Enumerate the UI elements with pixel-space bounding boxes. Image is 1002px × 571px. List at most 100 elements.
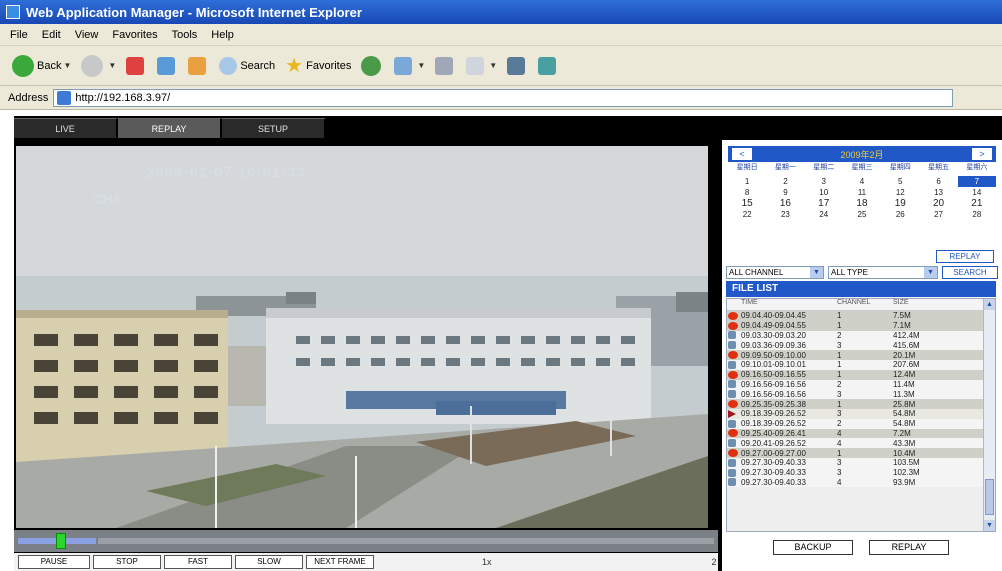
calendar-day[interactable]: 11 [843,187,881,198]
chevron-down-icon[interactable]: ▼ [417,61,425,70]
list-item[interactable]: 09.03.36-09.09.36 3 415.6M [727,340,995,351]
video-playback-frame[interactable]: 2009-02-07 10:01:33 CH3 [16,146,708,528]
calendar-day[interactable]: 4 [843,176,881,187]
pause-button[interactable]: PAUSE [18,555,90,569]
list-item[interactable]: 09.27.30-09.40.33 4 93.9M [727,477,995,488]
print-button[interactable] [435,56,456,75]
calendar-day[interactable]: 8 [728,187,766,198]
backup-button[interactable]: BACKUP [773,540,853,555]
tab-live[interactable]: LIVE [14,118,118,138]
playback-progress[interactable] [14,530,718,552]
list-item[interactable]: 09.25.40-09.26.41 4 7.2M [727,428,995,439]
mail-button[interactable]: ▼ [394,56,425,75]
file-list-scrollbar[interactable]: ▲ ▼ [983,299,995,531]
calendar-day[interactable]: 7 [957,176,996,187]
list-item[interactable]: 09.09.50-09.10.00 1 20.1M [727,350,995,360]
forward-button[interactable]: ▼ [81,54,116,77]
calendar-day[interactable]: 24 [805,209,843,220]
calendar-day[interactable]: 21 [958,198,996,209]
list-item[interactable]: 09.04.40-09.04.45 1 7.5M [727,311,995,321]
calendar-day[interactable]: 23 [766,209,804,220]
chevron-down-icon[interactable]: ▼ [63,61,71,70]
replay-button[interactable]: REPLAY [869,540,949,555]
calendar-day[interactable]: 13 [919,187,957,198]
stop-button[interactable] [126,56,147,75]
tab-replay[interactable]: REPLAY [118,118,222,138]
list-item[interactable]: 09.18.39-09.26.52 2 54.8M [727,418,995,429]
back-button[interactable]: Back ▼ [12,54,71,77]
list-item[interactable]: 09.03.30-09.03.20 2 412.4M [727,330,995,341]
scroll-up-icon[interactable]: ▲ [984,299,995,310]
calendar-day[interactable]: 15 [728,198,766,209]
calendar-day[interactable]: 25 [843,209,881,220]
menu-file[interactable]: File [10,29,28,41]
calendar-day[interactable]: 19 [881,198,919,209]
list-item[interactable]: 09.25.35-09.25.38 1 25.8M [727,399,995,409]
record-size: 415.6M [893,340,920,350]
calendar-day[interactable]: 28 [958,209,996,220]
calendar-day[interactable]: 5 [881,176,919,187]
edit-button[interactable]: ▼ [466,56,497,75]
menu-favorites[interactable]: Favorites [112,29,157,41]
search-records-button[interactable]: SEARCH [942,265,998,279]
scroll-thumb[interactable] [985,479,994,515]
list-item[interactable]: 09.18.39-09.26.52 3 54.8M [727,408,995,419]
stop-playback-button[interactable]: STOP [93,555,161,569]
calendar-day[interactable]: 6 [919,176,957,187]
calendar-day[interactable]: 17 [805,198,843,209]
list-item[interactable]: 09.16.50-09.16.55 1 12.4M [727,369,995,380]
calendar-next-button[interactable]: > [972,148,992,160]
channel-select[interactable]: ALL CHANNEL ▼ [726,265,824,279]
calendar-day[interactable]: 18 [843,198,881,209]
chevron-down-icon[interactable]: ▼ [489,61,497,70]
list-item[interactable]: 09.16.56-09.16.56 3 11.3M [727,389,995,400]
record-size: 11.3M [893,389,915,399]
list-item[interactable]: 09.04.49-09.04.55 1 7.1M [727,320,995,331]
calendar-day[interactable]: 27 [919,209,957,220]
list-item[interactable]: 09.16.56-09.16.56 2 11.4M [727,379,995,390]
calendar-day[interactable]: 1 [728,176,766,187]
file-list[interactable]: TIME CHANNEL SIZE 09.04.40-09.04.45 1 7.5M… [726,298,996,532]
discuss-button[interactable] [507,56,528,75]
favorites-button[interactable]: ★ Favorites [285,53,351,78]
menu-edit[interactable]: Edit [42,29,61,41]
menu-help[interactable]: Help [211,29,234,41]
calendar-day[interactable]: 22 [728,209,766,220]
scroll-down-icon[interactable]: ▼ [984,520,995,531]
messenger-button[interactable] [538,56,559,75]
tab-setup[interactable]: SETUP [222,118,326,138]
chevron-down-icon[interactable]: ▼ [108,61,116,70]
slow-button[interactable]: SLOW [235,555,303,569]
record-time: 09.03.30-09.03.20 [741,330,806,340]
refresh-button[interactable] [157,56,178,75]
calendar-prev-button[interactable]: < [732,148,752,160]
calendar-day[interactable]: 16 [766,198,804,209]
list-item[interactable]: 09.27.30-09.40.33 3 102.3M [727,467,995,478]
history-button[interactable] [361,55,384,76]
progress-slider-handle[interactable] [56,533,66,549]
calendar-day[interactable]: 10 [805,187,843,198]
calendar-day[interactable]: 20 [919,198,957,209]
calendar-day[interactable]: 26 [881,209,919,220]
calendar-day[interactable]: 12 [881,187,919,198]
menu-view[interactable]: View [75,29,99,41]
home-button[interactable] [188,56,209,75]
record-channel: 3 [837,458,842,468]
search-filters: ALL CHANNEL ▼ ALL TYPE ▼ SEARCH [726,265,998,279]
calendar-day[interactable]: 14 [958,187,996,198]
list-item[interactable]: 09.10.01-09.10.01 1 207.6M [727,359,995,370]
list-item[interactable]: 09.20.41-09.26.52 4 43.3M [727,438,995,449]
weekday-label: 星期一 [774,164,796,171]
type-select[interactable]: ALL TYPE ▼ [828,265,938,279]
menu-tools[interactable]: Tools [172,29,198,41]
next-frame-button[interactable]: NEXT FRAME [306,555,374,569]
calendar-day[interactable]: 9 [766,187,804,198]
fast-button[interactable]: FAST [164,555,232,569]
search-button[interactable]: Search [219,56,275,75]
address-input[interactable]: http://192.168.3.97/ [53,88,954,107]
calendar-day[interactable]: 3 [805,176,843,187]
calendar-replay-button[interactable]: REPLAY [936,250,994,263]
list-item[interactable]: 09.27.30-09.40.33 3 103.5M [727,457,995,468]
calendar-day[interactable]: 2 [766,176,804,187]
list-item[interactable]: 09.27.00-09.27.00 1 10.4M [727,448,995,458]
